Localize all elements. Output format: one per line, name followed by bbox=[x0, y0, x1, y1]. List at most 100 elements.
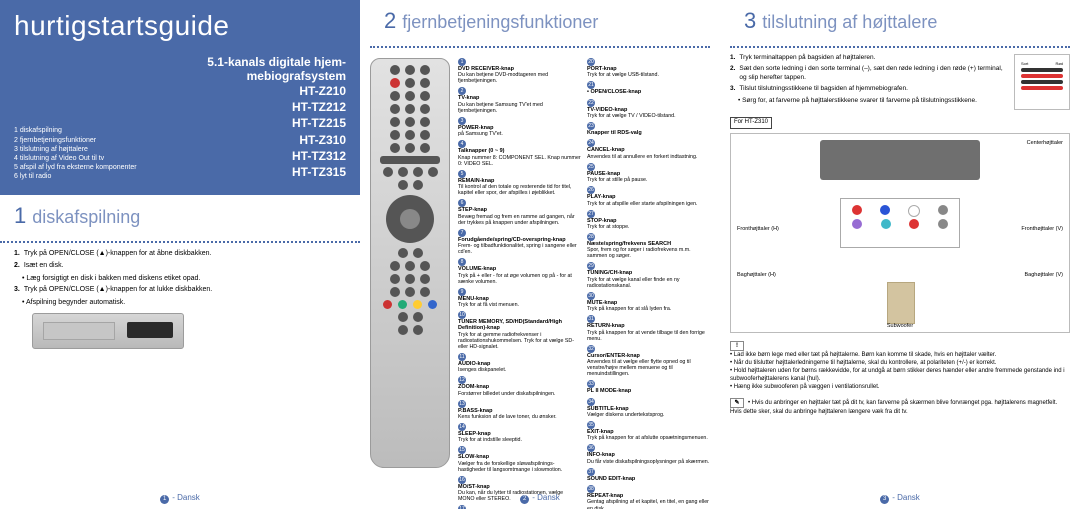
disc-tray-icon bbox=[43, 322, 115, 340]
n1-2: Hold højttaleren uden for børns rækkevid… bbox=[730, 368, 1065, 382]
toc: 1 diskafspilning 2 fjernbetjeningsfunkti… bbox=[14, 126, 137, 181]
footer-lang-2: - Dansk bbox=[532, 493, 560, 502]
dotted-rule bbox=[730, 46, 1070, 48]
color-buttons bbox=[383, 300, 437, 309]
subtitle-line1: 5.1-kanals digitale hjem- bbox=[207, 55, 346, 69]
section1-body: 1.Tryk på OPEN/CLOSE (▲)-knappen for at … bbox=[0, 249, 360, 363]
remote-item: 32Cursor/ENTER-knapAnvendes til at vælge… bbox=[587, 345, 710, 378]
s3-step3: Tilslut tilslutningsstikkene til bagside… bbox=[739, 85, 907, 93]
page-footer-3: 3- Dansk bbox=[720, 493, 1080, 504]
remote-item: 28Næste/spring/frekvens SEARCHSpor, frem… bbox=[587, 233, 710, 259]
caution-notes: ! • Lad ikke børn lege med eller tæt på … bbox=[730, 341, 1070, 416]
section3-body: SortRød 1.Tryk terminaltappen på bagside… bbox=[730, 54, 1070, 416]
n1-3: Hæng ikke subwooferen på væggen i ventil… bbox=[734, 384, 880, 390]
dvd-player-illustration bbox=[32, 313, 184, 349]
remote-item: 14SLEEP-knapTryk for at indstille sleept… bbox=[458, 423, 581, 443]
remote-item: 3POWER-knappå Samsung TV'et. bbox=[458, 117, 581, 137]
section2-heading: 2 fjernbetjeningsfunktioner bbox=[370, 0, 710, 40]
remote-item: 12ZOOM-knapForstørrer billedet under dis… bbox=[458, 376, 581, 396]
toc-1: 2 fjernbetjeningsfunktioner bbox=[14, 136, 137, 145]
s1-bullet1: Læg forsigtigt en disk i bakken med disk… bbox=[22, 274, 346, 283]
page-num-3: 3 bbox=[880, 495, 889, 504]
remote-item: 36INFO-knapDu får viste diskafspilningso… bbox=[587, 444, 710, 464]
section1-num: 1 bbox=[14, 203, 26, 229]
cover-right: 5.1-kanals digitale hjem- mebiografsyste… bbox=[207, 55, 346, 180]
remote-item: 33PL II MODE-knap bbox=[587, 380, 710, 394]
term-red: Rød bbox=[1055, 61, 1063, 66]
page-footer-1: 1- Dansk bbox=[0, 493, 360, 504]
lbl-fr: Fronthøjttaler (H) bbox=[737, 226, 779, 233]
model-3: HT-Z310 bbox=[207, 132, 346, 148]
toc-0: 1 diskafspilning bbox=[14, 126, 137, 135]
toc-3: 4 tilslutning af Video Out til tv bbox=[14, 154, 137, 163]
model-2: HT-TZ215 bbox=[207, 115, 346, 131]
remote-item: 15SLOW-knapVælger fra de forskellige slø… bbox=[458, 446, 581, 472]
remote-item: 24CANCEL-knapAnvendes til at annullere e… bbox=[587, 139, 710, 159]
note-icon: ✎ bbox=[730, 398, 744, 408]
section3-title: tilslutning af højttalere bbox=[762, 12, 937, 33]
toc-5: 6 lyt til radio bbox=[14, 172, 137, 181]
remote-item: 25PAUSE-knapTryk for at stille på pause. bbox=[587, 163, 710, 183]
remote-item: 35EXIT-knapTryk på knappen for at afslut… bbox=[587, 421, 710, 441]
n1-0: Lad ikke børn lege med eller tæt på højt… bbox=[734, 352, 996, 358]
remote-item: 13P.BASS-knapKens funksion af de lave to… bbox=[458, 400, 581, 420]
lbl-fl: Fronthøjttaler (V) bbox=[1021, 226, 1063, 233]
remote-item: 7Forudgående/spring/CD-overspring-knapFr… bbox=[458, 229, 581, 255]
section1-title: diskafspilning bbox=[32, 207, 140, 228]
s3-step2: Sæt den sorte ledning i den sorte termin… bbox=[739, 65, 1008, 82]
s1-step1: Tryk på OPEN/CLOSE (▲)-knappen for at åb… bbox=[24, 249, 212, 258]
remote-item: 17DVD-knapTryk for at vælge DVD-tilstand… bbox=[458, 505, 581, 509]
dotted-rule bbox=[370, 46, 710, 48]
remote-illustration bbox=[370, 58, 450, 468]
remote-item: 6STEP-knapBevæg fremad og frem en ramme … bbox=[458, 199, 581, 225]
remote-item: 27STOP-knapTryk for at stoppe. bbox=[587, 210, 710, 230]
subtitle-line2: mebiografsystem bbox=[207, 69, 346, 83]
section3-num: 3 bbox=[744, 8, 756, 34]
remote-item: 22TV-VIDEO-knapTryk for at vælge TV / VI… bbox=[587, 99, 710, 119]
remote-item: 20PORT-knapTryk for at vælge USB-tilstan… bbox=[587, 58, 710, 78]
terminal-illustration: Sort Rød bbox=[1014, 54, 1070, 110]
section2-num: 2 bbox=[384, 8, 396, 34]
display-icon bbox=[127, 322, 173, 338]
n2: Hvis du anbringer en højttaler tæt på di… bbox=[730, 400, 1057, 415]
remote-item: 1DVD RECEIVER-knapDu kan betjene DVD-mod… bbox=[458, 58, 581, 84]
s1-step3: Tryk på OPEN/CLOSE (▲)-knappen for at lu… bbox=[24, 285, 212, 294]
lbl-sub: Subwoofer bbox=[887, 323, 913, 330]
remote-item: 10TUNER MEMORY, SD/HD(Standard/High Defi… bbox=[458, 311, 581, 350]
remote-item: 37SOUND EDIT-knap bbox=[587, 468, 710, 482]
s1-step2: Isæt en disk. bbox=[24, 261, 64, 270]
page-2: 2 fjernbetjeningsfunktioner bbox=[360, 0, 720, 509]
remote-item: 8VOLUME-knapTryk på + eller - for at øge… bbox=[458, 258, 581, 284]
page-footer-2: 2- Dansk bbox=[360, 493, 720, 504]
lbl-rr: Baghøjttaler (H) bbox=[737, 272, 776, 279]
s3-step1: Tryk terminaltappen på bagsiden af højtt… bbox=[739, 54, 875, 62]
cover: hurtigstartsguide 5.1-kanals digitale hj… bbox=[0, 0, 360, 195]
model-4: HT-TZ312 bbox=[207, 148, 346, 164]
model-1: HT-TZ212 bbox=[207, 99, 346, 115]
section1-heading: 1 diskafspilning bbox=[0, 195, 360, 235]
lbl-center: Centerhøjttaler bbox=[1027, 140, 1063, 147]
remote-item: 26PLAY-knapTryk for at afspille eller st… bbox=[587, 186, 710, 206]
term-black: Sort bbox=[1021, 61, 1028, 66]
nav-wheel-icon bbox=[386, 195, 434, 243]
page-1: hurtigstartsguide 5.1-kanals digitale hj… bbox=[0, 0, 360, 509]
remote-item: 21• OPEN/CLOSE-knap bbox=[587, 81, 710, 95]
connection-diagram: Centerhøjttaler Fronthøjttaler (H) Front… bbox=[730, 133, 1070, 333]
remote-item: 9MENU-knapTryk for at få vist menuen. bbox=[458, 288, 581, 308]
footer-lang-3: - Dansk bbox=[892, 493, 920, 502]
footer-lang-1: - Dansk bbox=[172, 493, 200, 502]
n1-1: Når du tilslutter højttalerledningerne t… bbox=[734, 360, 997, 366]
terminal-panel bbox=[840, 198, 960, 248]
caution-icon: ! bbox=[730, 341, 744, 351]
remote-item: 34SUBTITLE-knapVælger diskens undertekst… bbox=[587, 398, 710, 418]
remote-item: 11AUDIO-knapIsenges diskpanelet. bbox=[458, 353, 581, 373]
section3-heading: 3 tilslutning af højttalere bbox=[730, 0, 1070, 40]
remote-descriptions: 1DVD RECEIVER-knapDu kan betjene DVD-mod… bbox=[458, 58, 710, 509]
remote-item: 2TV-knapDu kan betjene Samsung TV'et med… bbox=[458, 87, 581, 113]
remote-item: 31RETURN-knapTryk på knappen for at vend… bbox=[587, 315, 710, 341]
remote-item: 29TUNING/CH-knapTryk for at vælge kanal … bbox=[587, 262, 710, 288]
remote-item: 5REMAIN-knapTil kontrol af den totale og… bbox=[458, 170, 581, 196]
guide-title: hurtigstartsguide bbox=[14, 10, 346, 42]
receiver-back-icon bbox=[820, 140, 980, 180]
lbl-rl: Baghøjttaler (V) bbox=[1024, 272, 1063, 279]
